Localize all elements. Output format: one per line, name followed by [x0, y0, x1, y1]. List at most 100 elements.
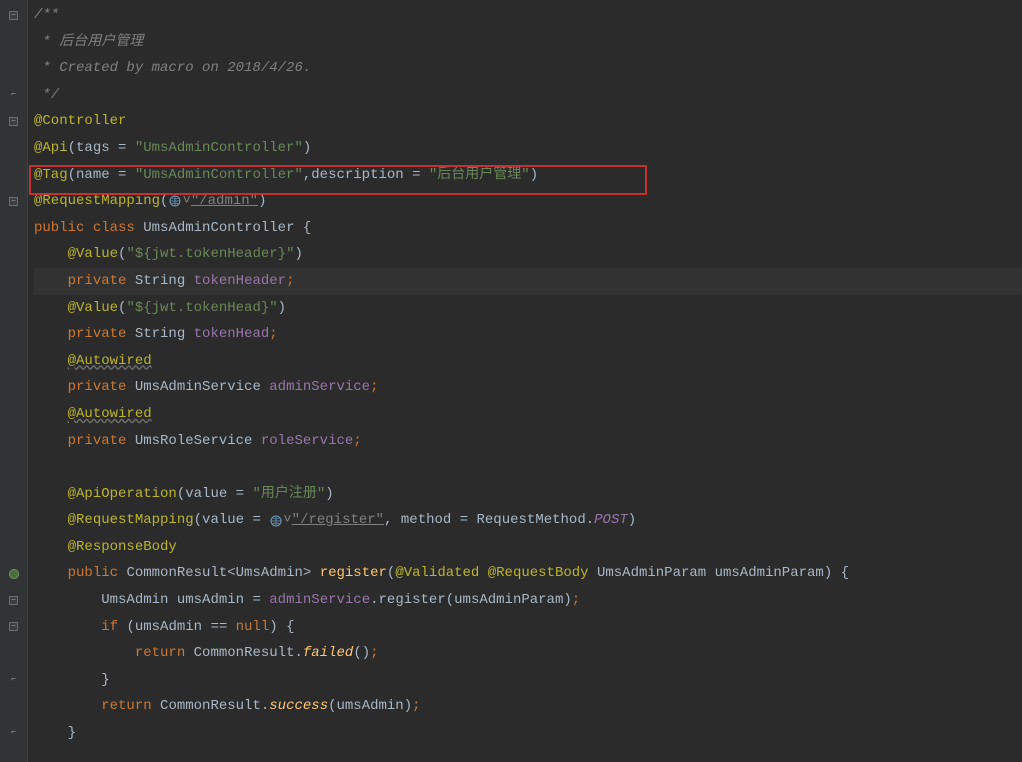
- assign: =: [244, 587, 269, 614]
- gutter: − ⌐ − − − − ⌐ ⌐: [0, 0, 28, 762]
- code-line[interactable]: @RequestMapping(value = ˅"/register", me…: [34, 507, 1022, 534]
- method-name: register: [320, 560, 387, 587]
- paren: ): [404, 693, 412, 720]
- code-line[interactable]: return CommonResult.failed();: [34, 640, 1022, 667]
- comment: * 后台用户管理: [34, 29, 143, 56]
- fold-minus-icon[interactable]: −: [9, 622, 18, 631]
- paren: ): [563, 587, 571, 614]
- gutter-row: [0, 428, 27, 455]
- code-line[interactable]: private UmsAdminService adminService;: [34, 374, 1022, 401]
- code-line[interactable]: }: [34, 720, 1022, 747]
- code-line[interactable]: @Controller: [34, 108, 1022, 135]
- gutter-row: −: [0, 108, 27, 135]
- fold-minus-icon[interactable]: −: [9, 117, 18, 126]
- paren: (: [387, 560, 395, 587]
- indent: [34, 507, 68, 534]
- code-line[interactable]: @ResponseBody: [34, 534, 1022, 561]
- globe-icon[interactable]: [168, 194, 182, 208]
- code-line[interactable]: @Tag(name = "UmsAdminController",descrip…: [34, 162, 1022, 189]
- chevron-down-icon[interactable]: ˅: [182, 188, 190, 215]
- indent: [34, 401, 68, 428]
- gutter-row: ⌐: [0, 720, 27, 747]
- code-line[interactable]: public class UmsAdminController {: [34, 215, 1022, 242]
- paren: (: [68, 162, 76, 189]
- code-line[interactable]: private UmsRoleService roleService;: [34, 428, 1022, 455]
- fold-minus-icon[interactable]: −: [9, 11, 18, 20]
- code-line[interactable]: if (umsAdmin == null) {: [34, 614, 1022, 641]
- space: [261, 374, 269, 401]
- arg: umsAdmin: [337, 693, 404, 720]
- keyword: if: [101, 614, 118, 641]
- code-line[interactable]: private String tokenHead;: [34, 321, 1022, 348]
- space: [479, 560, 487, 587]
- override-icon[interactable]: [9, 569, 19, 579]
- code-line[interactable]: @Value("${jwt.tokenHeader}"): [34, 241, 1022, 268]
- indent: [34, 268, 68, 295]
- comment: */: [34, 82, 59, 109]
- annotation: @RequestMapping: [68, 507, 194, 534]
- code-line[interactable]: * Created by macro on 2018/4/26.: [34, 55, 1022, 82]
- space: [185, 268, 193, 295]
- code-line[interactable]: */: [34, 82, 1022, 109]
- code-line[interactable]: @Autowired: [34, 401, 1022, 428]
- gutter-row: [0, 348, 27, 375]
- fold-minus-icon[interactable]: −: [9, 197, 18, 206]
- code-line[interactable]: @RequestMapping(˅"/admin"): [34, 188, 1022, 215]
- class-ref: CommonResult: [160, 693, 261, 720]
- chevron-down-icon[interactable]: ˅: [283, 507, 291, 534]
- string: "${jwt.tokenHead}": [126, 295, 277, 322]
- fold-minus-icon[interactable]: −: [9, 596, 18, 605]
- paren: ): [325, 481, 333, 508]
- static-method: failed: [303, 640, 353, 667]
- indent: [34, 693, 101, 720]
- gutter-row: ⌐: [0, 82, 27, 109]
- field: adminService: [269, 374, 370, 401]
- code-line[interactable]: * 后台用户管理: [34, 29, 1022, 56]
- code-line[interactable]: public CommonResult<UmsAdmin> register(@…: [34, 560, 1022, 587]
- attr: name =: [76, 162, 135, 189]
- code-area[interactable]: /** * 后台用户管理 * Created by macro on 2018/…: [28, 0, 1022, 762]
- code-line[interactable]: UmsAdmin umsAdmin = adminService.registe…: [34, 587, 1022, 614]
- gutter-row: [0, 401, 27, 428]
- code-line[interactable]: @Value("${jwt.tokenHead}"): [34, 295, 1022, 322]
- indent: [34, 374, 68, 401]
- paren: ): [628, 507, 636, 534]
- url-path[interactable]: "/admin": [191, 188, 258, 215]
- indent: [34, 295, 68, 322]
- globe-icon[interactable]: [269, 514, 283, 528]
- code-line[interactable]: }: [34, 667, 1022, 694]
- code-line[interactable]: [34, 454, 1022, 481]
- string: "后台用户管理": [429, 162, 530, 189]
- field: roleService: [261, 428, 353, 455]
- code-line[interactable]: @Autowired: [34, 348, 1022, 375]
- gutter-row: [0, 162, 27, 189]
- paren: (: [177, 481, 185, 508]
- paren: (: [118, 295, 126, 322]
- brace: {: [294, 215, 311, 242]
- space: [126, 321, 134, 348]
- paren: ) {: [824, 560, 849, 587]
- indent: [34, 321, 68, 348]
- keyword: public: [68, 560, 118, 587]
- gutter-row: [0, 215, 27, 242]
- semicolon: ;: [286, 268, 294, 295]
- code-line[interactable]: @ApiOperation(value = "用户注册"): [34, 481, 1022, 508]
- code-line[interactable]: return CommonResult.success(umsAdmin);: [34, 693, 1022, 720]
- code-line-current[interactable]: private String tokenHeader;: [34, 268, 1022, 295]
- paren: ): [258, 188, 266, 215]
- semicolon: ;: [572, 587, 580, 614]
- code-line[interactable]: @Api(tags = "UmsAdminController"): [34, 135, 1022, 162]
- url-path[interactable]: "/register": [292, 507, 384, 534]
- space: [589, 560, 597, 587]
- code-line[interactable]: /**: [34, 2, 1022, 29]
- space: [185, 321, 193, 348]
- annotation: @RequestMapping: [34, 188, 160, 215]
- gutter-row: [0, 481, 27, 508]
- field: tokenHead: [194, 321, 270, 348]
- space: [152, 693, 160, 720]
- space: [185, 640, 193, 667]
- param-type: UmsAdminParam: [597, 560, 706, 587]
- indent: [34, 614, 101, 641]
- gutter-row: [0, 454, 27, 481]
- keyword: private: [68, 321, 127, 348]
